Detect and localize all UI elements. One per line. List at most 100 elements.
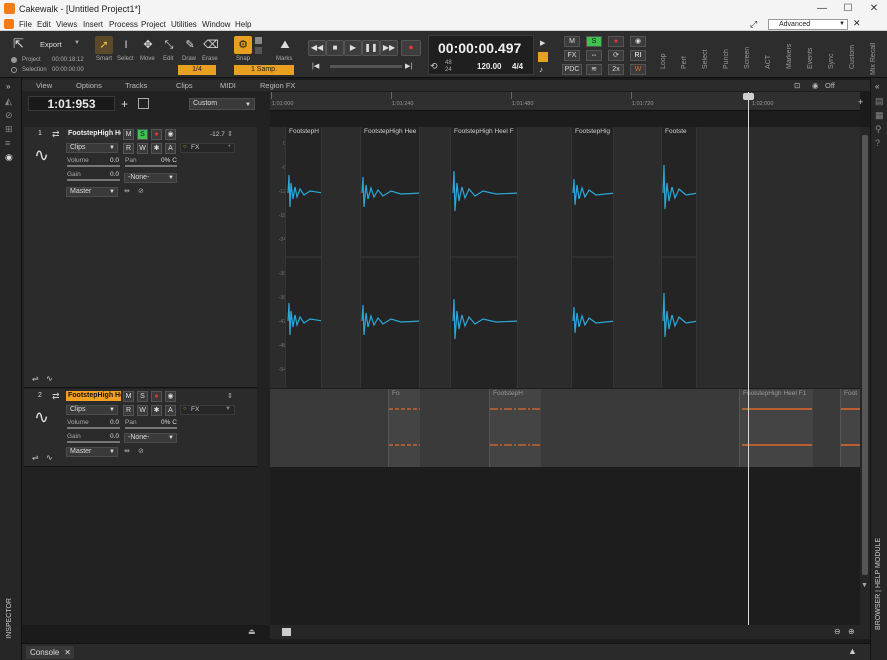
bottom-expand-icon[interactable]: ▲ bbox=[848, 646, 857, 656]
add-ruler-icon[interactable]: + bbox=[858, 97, 863, 107]
fx-add-icon[interactable]: + bbox=[227, 144, 231, 150]
track-pane-scroll-icon[interactable]: ⏏ bbox=[248, 627, 256, 636]
track-1-gain-slider[interactable] bbox=[67, 179, 120, 181]
tv-menu-view[interactable]: View bbox=[36, 81, 52, 90]
tv-menu-midi[interactable]: MIDI bbox=[220, 81, 236, 90]
marks-icon[interactable]: ⛰ bbox=[276, 36, 294, 54]
workspace-help-icon[interactable]: ✕ bbox=[853, 18, 861, 29]
module-events[interactable]: Events bbox=[807, 35, 814, 69]
snap-samples-dropdown[interactable]: 1 Samp. bbox=[234, 65, 294, 75]
module-select[interactable]: Select bbox=[702, 35, 709, 69]
view-eye-icon[interactable]: ◉ bbox=[812, 81, 819, 90]
module-loop[interactable]: Loop bbox=[660, 35, 667, 69]
track-2-fx-bin[interactable]: ○ FX ▼ bbox=[180, 405, 235, 415]
edit-tool-icon[interactable]: ⤡ bbox=[160, 36, 178, 54]
track-2-lanes-icon[interactable]: ⇌ bbox=[32, 453, 39, 462]
fx-chevron-icon[interactable]: ▼ bbox=[225, 406, 231, 412]
track-2-output-dropdown[interactable]: Master ▼ bbox=[66, 447, 118, 457]
module-screen[interactable]: Screen bbox=[744, 35, 751, 69]
fx-button[interactable]: FX bbox=[564, 50, 580, 61]
move-tool-icon[interactable]: ✥ bbox=[139, 36, 157, 54]
tv-menu-options[interactable]: Options bbox=[76, 81, 102, 90]
module-custom[interactable]: Custom bbox=[849, 35, 856, 69]
dim-button[interactable]: ≋ bbox=[586, 64, 602, 75]
now-time-marker-icon[interactable] bbox=[743, 93, 754, 100]
tool-b-icon[interactable]: ⊘ bbox=[5, 110, 13, 121]
menu-insert[interactable]: Insert bbox=[83, 20, 103, 29]
track-2-pan-slider[interactable] bbox=[125, 427, 177, 429]
draw-tool-icon[interactable]: ✎ bbox=[181, 36, 199, 54]
menu-window[interactable]: Window bbox=[202, 20, 230, 29]
mute-all-button[interactable]: M bbox=[564, 36, 580, 47]
track-2-expand-icon[interactable]: ⇕ bbox=[227, 392, 233, 400]
track-2-automation-icon[interactable]: ∿ bbox=[46, 453, 53, 462]
zoom-in-icon[interactable]: ⊕ bbox=[848, 627, 855, 636]
fast-forward-icon[interactable]: ▶▶ bbox=[380, 40, 398, 56]
track-1-write-button[interactable]: W bbox=[137, 143, 148, 154]
record-arm-all-button[interactable]: ● bbox=[608, 36, 624, 47]
track-1-clip[interactable]: Footste bbox=[661, 127, 697, 388]
menu-edit[interactable]: Edit bbox=[37, 20, 51, 29]
track-1-pan-slider[interactable] bbox=[125, 165, 177, 167]
vertical-scrollbar[interactable]: ▼ bbox=[860, 127, 870, 625]
zoom-off-label[interactable]: Off bbox=[825, 81, 835, 90]
metronome-icon[interactable]: ♪ bbox=[539, 65, 543, 74]
snap-mode-icon[interactable] bbox=[255, 37, 262, 44]
duplicate-track-icon[interactable] bbox=[138, 98, 149, 109]
track-2-clip[interactable]: Foot bbox=[840, 389, 860, 467]
position-slider[interactable] bbox=[330, 65, 402, 68]
tempo-value[interactable]: 120.00 bbox=[477, 62, 501, 71]
track-2-input-dropdown[interactable]: -None- ▼ bbox=[124, 433, 177, 443]
track-1-fx-bin[interactable]: ○ FX + bbox=[180, 143, 235, 153]
track-2-archive-button[interactable]: A bbox=[165, 405, 176, 416]
module-mix-recall[interactable]: Mix Recall bbox=[870, 35, 877, 75]
track-1-read-button[interactable]: R bbox=[123, 143, 134, 154]
track-1-lane[interactable] bbox=[270, 127, 860, 388]
track-2-solo-button[interactable]: S bbox=[137, 391, 148, 402]
collapse-icon[interactable]: » bbox=[6, 82, 10, 91]
zoom-tool-icon[interactable]: ⊡ bbox=[794, 81, 800, 90]
play-mode-icon[interactable]: ▶ bbox=[540, 39, 545, 47]
inspector-label[interactable]: INSPECTOR bbox=[6, 598, 13, 639]
menu-process[interactable]: Process bbox=[109, 20, 138, 29]
track-2-input-echo-button[interactable]: ◉ bbox=[165, 391, 176, 402]
selection-radio[interactable] bbox=[11, 67, 17, 73]
track-1-mute-button[interactable]: M bbox=[123, 129, 134, 140]
plugins-icon[interactable]: ⚲ bbox=[875, 124, 882, 135]
timeline-ruler[interactable]: 1:01:000 1:01:240 1:01:480 1:01:720 1:02… bbox=[270, 92, 863, 111]
track-1-clip[interactable]: FootstepH bbox=[285, 127, 322, 388]
track-2-volume-slider[interactable] bbox=[67, 427, 120, 429]
track-1-clips-dropdown[interactable]: Clips ▼ bbox=[66, 143, 118, 153]
pause-icon[interactable]: ❚❚ bbox=[362, 40, 380, 56]
track-2-mute-button[interactable]: M bbox=[123, 391, 134, 402]
rewind-icon[interactable]: ◀◀ bbox=[308, 40, 326, 56]
console-tab[interactable]: Console ✕ bbox=[26, 646, 74, 659]
module-punch[interactable]: Punch bbox=[723, 35, 730, 69]
select-tool-icon[interactable]: I bbox=[117, 36, 135, 54]
tool-c-icon[interactable]: ⊞ bbox=[5, 124, 13, 135]
track-2-record-arm-button[interactable]: ● bbox=[151, 391, 162, 402]
expand-right-icon[interactable]: « bbox=[875, 82, 879, 91]
track-1-expand-icon[interactable]: ⇕ bbox=[227, 130, 233, 138]
stop-mode-icon[interactable] bbox=[538, 52, 548, 62]
track-2-clip[interactable]: FootstepH bbox=[489, 389, 541, 467]
reset-button[interactable]: ⟳ bbox=[608, 50, 624, 61]
track-1-input-dropdown[interactable]: -None- ▼ bbox=[124, 173, 177, 183]
track-1-clip[interactable]: FootstepHigh Heel F bbox=[450, 127, 518, 388]
tool-d-icon[interactable]: ≡ bbox=[5, 138, 10, 148]
expand-icon[interactable]: ⤢ bbox=[750, 19, 757, 30]
workspace-dropdown[interactable]: Advanced ▼ bbox=[768, 19, 848, 30]
menu-views[interactable]: Views bbox=[56, 20, 77, 29]
link-button[interactable]: ⇔ bbox=[586, 50, 602, 61]
browser-icon[interactable]: ▤ bbox=[875, 96, 884, 107]
fx-power-icon[interactable]: ○ bbox=[183, 406, 187, 412]
fx-power-icon[interactable]: ○ bbox=[183, 144, 187, 150]
tool-a-icon[interactable]: ◭ bbox=[5, 96, 12, 107]
module-act[interactable]: ACT bbox=[765, 35, 772, 69]
track-1-archive-button[interactable]: A bbox=[165, 143, 176, 154]
stop-icon[interactable]: ■ bbox=[326, 40, 344, 56]
loop-icon[interactable]: ⟲ bbox=[430, 61, 438, 72]
tv-menu-clips[interactable]: Clips bbox=[176, 81, 193, 90]
snap-mode2-icon[interactable] bbox=[255, 47, 262, 54]
module-sync[interactable]: Sync bbox=[828, 35, 835, 69]
